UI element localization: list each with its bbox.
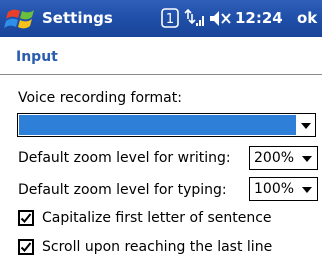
divider xyxy=(0,74,322,75)
windows-start-icon[interactable] xyxy=(4,3,38,34)
page-title: Input xyxy=(16,49,58,65)
checkmark-icon xyxy=(20,213,32,223)
volume-muted-icon[interactable] xyxy=(209,10,231,27)
ok-button[interactable]: ok xyxy=(297,9,317,27)
capitalize-label[interactable]: Capitalize first letter of sentence xyxy=(42,210,272,226)
connectivity-icon[interactable] xyxy=(184,8,206,29)
checkmark-icon xyxy=(20,242,32,252)
writing-zoom-value: 200% xyxy=(254,150,295,166)
clock[interactable]: 12:24 xyxy=(235,9,283,27)
capitalize-checkbox[interactable] xyxy=(18,210,34,226)
voice-format-dropdown[interactable] xyxy=(17,113,316,137)
window-title: Settings xyxy=(42,9,113,27)
notification-icon[interactable]: 1 xyxy=(161,8,179,28)
typing-zoom-label: Default zoom level for typing: xyxy=(18,182,227,198)
chevron-down-icon xyxy=(302,156,312,162)
scroll-checkbox[interactable] xyxy=(18,239,34,255)
voice-format-selected-value xyxy=(19,115,296,135)
title-bar: Settings 1 12:24 ok xyxy=(0,0,322,37)
chevron-down-icon xyxy=(301,123,311,129)
typing-zoom-dropdown[interactable]: 100% xyxy=(249,177,318,201)
notification-count: 1 xyxy=(166,12,174,27)
writing-zoom-label: Default zoom level for writing: xyxy=(18,150,231,166)
chevron-down-icon xyxy=(302,187,312,193)
writing-zoom-dropdown[interactable]: 200% xyxy=(249,146,318,170)
scroll-label[interactable]: Scroll upon reaching the last line xyxy=(42,239,272,255)
typing-zoom-value: 100% xyxy=(254,181,295,197)
voice-format-label: Voice recording format: xyxy=(18,90,182,106)
